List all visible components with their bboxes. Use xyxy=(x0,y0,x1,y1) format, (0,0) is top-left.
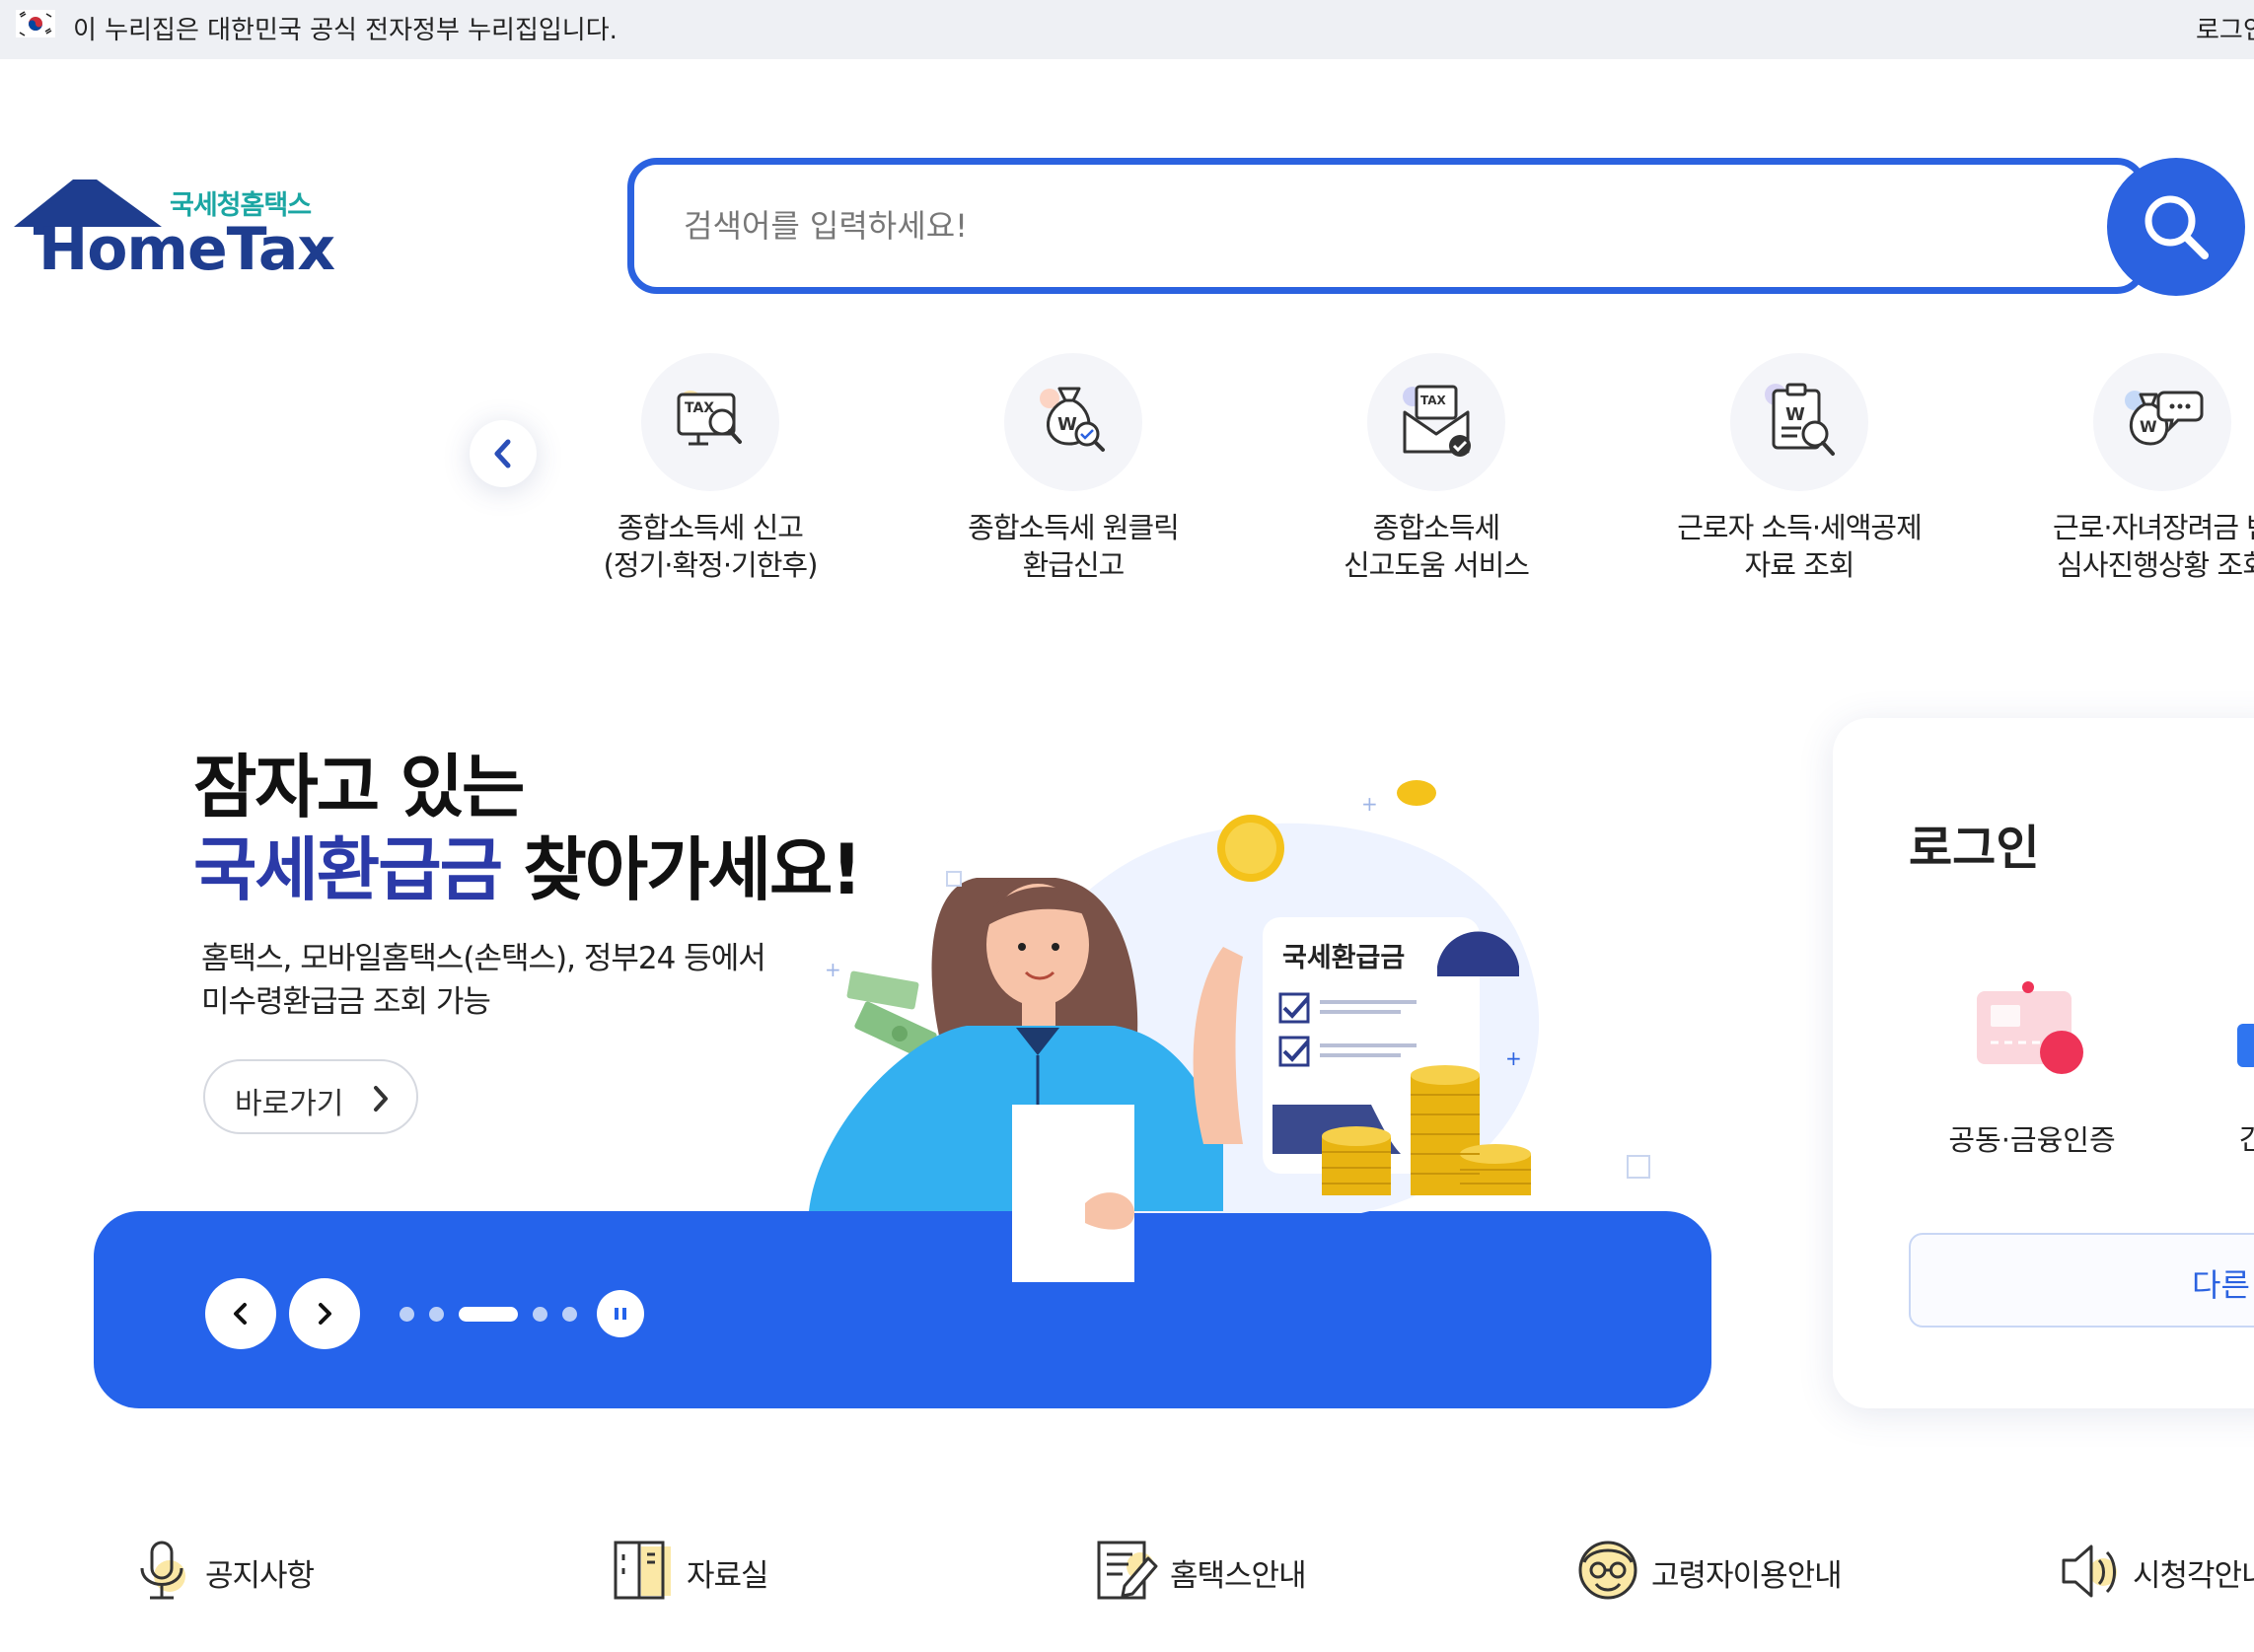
pause-icon xyxy=(615,1308,626,1320)
hero-description-line2: 미수령환급금 조회 가능 xyxy=(201,984,491,1020)
quick-menu-icon-circle: W xyxy=(2093,353,2231,491)
login-option-icon[interactable] xyxy=(2237,1024,2254,1067)
logo-wordmark: HomeTax xyxy=(38,215,335,284)
chevron-left-icon xyxy=(494,439,511,468)
quick-menu-icon-circle: W xyxy=(1004,353,1142,491)
money-bag-chat-icon: W xyxy=(2125,391,2204,446)
hero-go-button[interactable]: 바로가기 xyxy=(203,1059,418,1134)
hero-description-line1: 홈택스, 모바일홈택스(손택스), 정부24 등에서 xyxy=(201,941,766,976)
quick-menu-prev-button[interactable] xyxy=(470,420,537,487)
tax-mail-check-icon: TAX xyxy=(1403,385,1471,457)
other-login-button[interactable]: 다른 xyxy=(1909,1233,2254,1328)
chevron-left-icon xyxy=(234,1303,247,1325)
korean-flag-icon xyxy=(16,10,55,37)
search-box xyxy=(627,158,2146,294)
banner-dot[interactable] xyxy=(429,1307,444,1322)
illus-refund-label: 국세환급금 xyxy=(1282,943,1405,973)
bottom-link-label: 공지사항 xyxy=(205,1558,315,1594)
banner-dot-active[interactable] xyxy=(459,1307,518,1322)
svg-text:+: + xyxy=(1505,1046,1522,1070)
chevron-right-icon xyxy=(319,1303,331,1325)
login-certificate-option[interactable]: 공동·금융인증 xyxy=(1933,971,2131,1157)
banner-pause-button[interactable] xyxy=(597,1290,644,1337)
quick-menu-label: 종합소득세 원클릭 환급신고 xyxy=(968,511,1180,582)
banner-dot[interactable] xyxy=(533,1307,547,1322)
gov-notice-text: 이 누리집은 대한민국 공식 전자정부 누리집입니다. xyxy=(73,16,618,45)
search-button[interactable] xyxy=(2107,158,2245,296)
quick-menu-label: 종합소득세 신고도움 서비스 xyxy=(1344,511,1530,582)
bottom-link-label: 시청각안내 xyxy=(2133,1558,2254,1594)
svg-text:W: W xyxy=(1057,414,1077,435)
banner-dot[interactable] xyxy=(562,1307,577,1322)
certificate-card-icon xyxy=(1977,981,2083,1074)
document-edit-icon xyxy=(1097,1541,1158,1600)
money-bag-search-icon: W xyxy=(1040,387,1105,452)
login-option-label: 간 xyxy=(2239,1122,2254,1156)
login-certificate-label: 공동·금융인증 xyxy=(1948,1123,2116,1157)
chevron-right-icon xyxy=(374,1086,388,1112)
quick-menu-icon-circle: TAX xyxy=(641,353,779,491)
svg-text:TAX: TAX xyxy=(685,400,714,416)
svg-text:W: W xyxy=(1785,404,1805,425)
quick-menu-item-incentive-status[interactable]: W 근로·자녀장려금 반 심사진행상황 조회 xyxy=(1985,353,2254,590)
bottom-link-label: 고령자이용안내 xyxy=(1651,1558,1843,1594)
hero-title-rest: 찾아가세요! xyxy=(501,829,862,910)
quick-menu-label: 종합소득세 신고 (정기·확정·기한후) xyxy=(603,511,819,582)
quick-menu-icon-circle: W xyxy=(1730,353,1868,491)
top-login-link[interactable]: 로그인 xyxy=(2196,10,2254,46)
gov-notice-bar: 이 누리집은 대한민국 공식 전자정부 누리집입니다. 로그인 xyxy=(0,0,2254,59)
quick-menu-label: 근로자 소득·세액공제 자료 조회 xyxy=(1677,511,1923,582)
quick-menu-item-worker-deduction[interactable]: W 근로자 소득·세액공제 자료 조회 xyxy=(1622,353,1977,590)
search-icon xyxy=(2145,195,2209,259)
banner-dot[interactable] xyxy=(400,1307,414,1322)
tax-monitor-search-icon: TAX xyxy=(677,391,742,446)
quick-menu-label: 근로·자녀장려금 반 심사진행상황 조회 xyxy=(2053,511,2254,582)
hero-title-highlight: 국세환급금 xyxy=(193,829,503,910)
hero-illustration: 국세환급금 + + + xyxy=(809,780,1650,1282)
other-login-label: 다른 xyxy=(2192,1266,2250,1304)
svg-text:+: + xyxy=(825,958,841,981)
document-search-icon: W xyxy=(1765,383,1835,456)
hero-go-label: 바로가기 xyxy=(235,1087,344,1121)
archive-icon xyxy=(614,1541,671,1600)
banner-next-button[interactable] xyxy=(289,1278,360,1349)
bottom-link-label: 자료실 xyxy=(687,1558,769,1594)
quick-menu-item-filing-help[interactable]: TAX 종합소득세 신고도움 서비스 xyxy=(1259,353,1614,590)
hometax-logo[interactable]: 국세청홈택스 HomeTax xyxy=(14,176,339,284)
hero-title-line2: 국세환급금 찾아가세요! xyxy=(193,815,862,914)
bottom-link-label: 홈택스안내 xyxy=(1170,1558,1307,1594)
login-title: 로그인 xyxy=(1909,821,2040,876)
quick-menu-icon-circle: TAX xyxy=(1367,353,1505,491)
senior-face-icon xyxy=(1578,1541,1637,1600)
banner-prev-button[interactable] xyxy=(205,1278,276,1349)
quick-menu-item-one-click-refund[interactable]: W 종합소득세 원클릭 환급신고 xyxy=(896,353,1251,590)
svg-text:TAX: TAX xyxy=(1420,394,1447,407)
svg-text:W: W xyxy=(2140,417,2157,436)
microphone-icon xyxy=(140,1541,185,1600)
search-input[interactable] xyxy=(684,202,1966,250)
quick-menu-item-income-tax-filing[interactable]: TAX 종합소득세 신고 (정기·확정·기한후) xyxy=(533,353,888,590)
speaker-icon xyxy=(2062,1544,2117,1598)
svg-text:+: + xyxy=(1361,792,1378,816)
